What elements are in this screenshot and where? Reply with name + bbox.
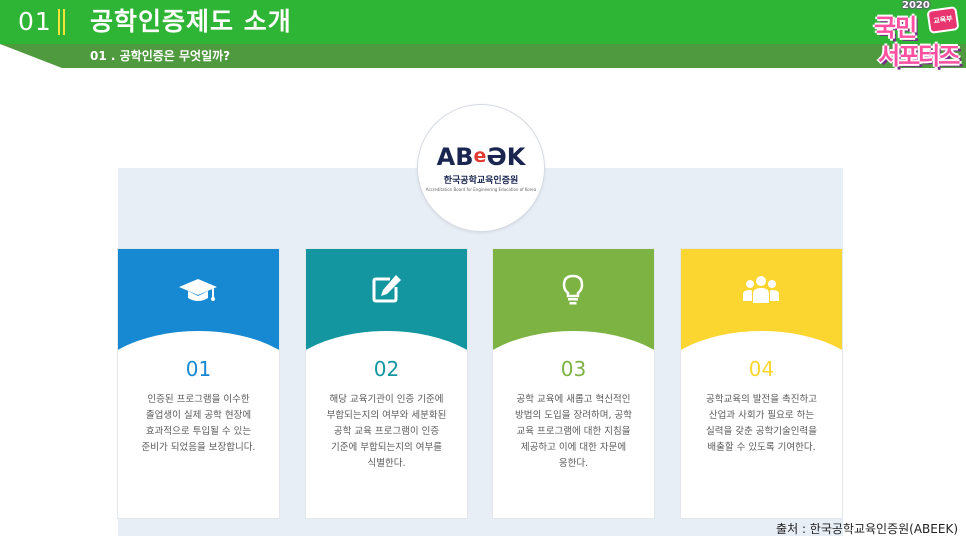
- logo-org-name-kor: 한국공학교육인증원: [443, 176, 519, 186]
- logo-org-name-eng: Accreditation Board for Engineering Educ…: [425, 187, 537, 192]
- group-icon: [743, 276, 779, 303]
- graduation-cap-icon: [179, 279, 217, 301]
- edit-icon: [372, 275, 401, 303]
- info-card-1: 01 인증된 프로그램을 이수한 졸업생이 실제 공학 현장에 효과적으로 투입…: [118, 249, 279, 518]
- info-card-3: 03 공학 교육에 새롭고 혁신적인 방법의 도입을 장려하며, 공학 교육 프…: [493, 249, 654, 518]
- badge-tv-label: 교육부: [932, 14, 954, 26]
- tv-icon: 교육부: [926, 6, 960, 34]
- lightbulb-icon: [562, 274, 584, 305]
- card-text-4: 공학교육의 발전을 촉진하고 산업과 사회가 필요로 하는 실력을 갖춘 공학기…: [706, 394, 817, 453]
- page-title: 공학인증제도 소개: [90, 7, 292, 36]
- card-text-1: 인증된 프로그램을 이수한 졸업생이 실제 공학 현장에 효과적으로 투입될 수…: [141, 394, 256, 453]
- logo-mark: ABeƏK: [418, 143, 544, 171]
- supporters-badge: 2020 교육부 국민 서포터즈: [872, 0, 966, 70]
- section-separator: [58, 9, 65, 35]
- card-text-2: 해당 교육기관이 인증 기준에 부합되는지의 여부와 세분화된 공학 교육 프로…: [326, 394, 447, 469]
- card-text-3: 공학 교육에 새롭고 혁신적인 방법의 도입을 장려하며, 공학 교육 프로그램…: [515, 394, 632, 469]
- badge-line2: 서포터즈: [878, 42, 960, 70]
- info-card-2: 02 해당 교육기관이 인증 기준에 부합되는지의 여부와 세분화된 공학 교육…: [306, 249, 467, 518]
- logo-mark-e: e: [473, 145, 487, 167]
- card-number-1: 01: [185, 357, 212, 381]
- logo-mark-prefix: AB: [436, 143, 474, 171]
- info-card-4: 04 공학교육의 발전을 촉진하고 산업과 사회가 필요로 하는 실력을 갖춘 …: [681, 249, 842, 518]
- card-number-3: 03: [560, 357, 587, 381]
- page-subtitle: 01 . 공학인증은 무엇일까?: [90, 49, 231, 63]
- abeek-logo: ABeƏK 한국공학교육인증원 Accreditation Board for …: [417, 104, 545, 232]
- card-number-2: 02: [373, 357, 400, 381]
- logo-mark-suffix: ƏK: [486, 143, 526, 171]
- section-number: 01: [18, 7, 52, 36]
- card-number-4: 04: [748, 357, 775, 381]
- source-credit: 출처 : 한국공학교육인증원(ABEEK): [776, 522, 958, 536]
